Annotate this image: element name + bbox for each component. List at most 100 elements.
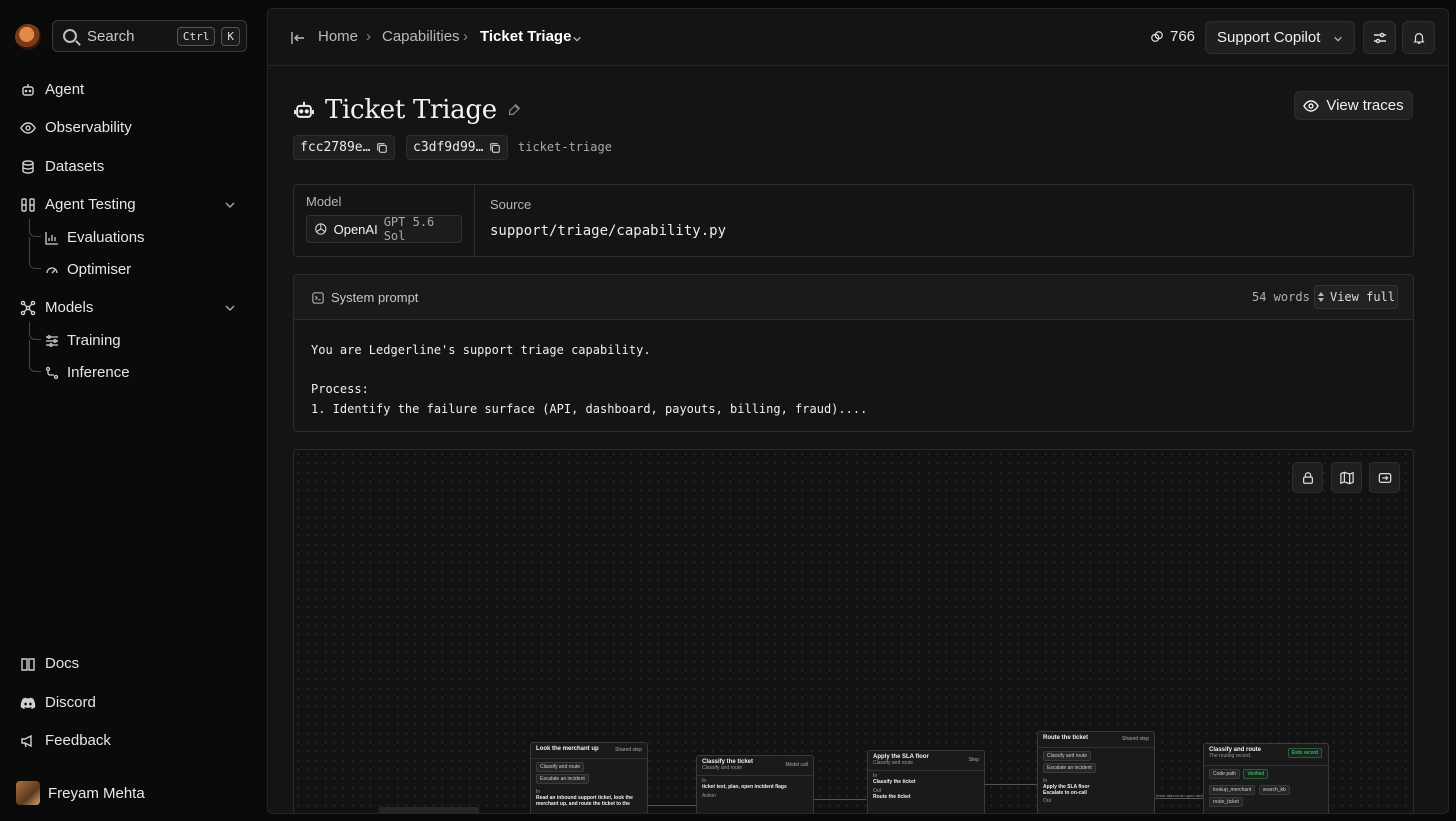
source-label: Source [490, 197, 532, 212]
chevron-down-icon[interactable] [224, 199, 236, 211]
nav-optimiser[interactable]: Optimiser [45, 261, 131, 278]
copy-icon[interactable] [376, 142, 388, 154]
tree-connector [29, 237, 41, 269]
lock-button[interactable] [1292, 462, 1323, 493]
copy-icon[interactable] [489, 142, 501, 154]
node-header: Apply the SLA floor Classify and route S… [868, 751, 984, 771]
graph-node[interactable]: Apply the SLA floor Classify and route S… [867, 750, 985, 813]
network-icon [20, 300, 36, 316]
node-out-label: Out [1043, 798, 1052, 804]
database-icon [20, 159, 36, 175]
node-tag: Model call [785, 762, 808, 768]
graph-canvas[interactable]: ticket without an open incid Look the me… [293, 449, 1414, 813]
id-chip[interactable]: c3df9d99… [406, 135, 509, 160]
id-chip[interactable]: fcc2789e… [293, 135, 396, 160]
nav-observability[interactable]: Observability [20, 119, 132, 136]
settings-button[interactable] [1363, 21, 1396, 54]
node-pill: Classify and route [536, 762, 585, 772]
collapse-sidebar-icon[interactable] [290, 30, 306, 46]
fit-view-icon [1378, 472, 1391, 483]
eye-icon [20, 120, 36, 136]
flask-icon [20, 197, 36, 213]
graph-edge [1154, 798, 1204, 799]
graph-edge [647, 805, 696, 806]
map-button[interactable] [1331, 462, 1362, 493]
robot-icon [294, 101, 314, 118]
search-button[interactable]: Search Ctrl K [52, 20, 247, 52]
edit-icon[interactable] [507, 103, 521, 117]
avatar[interactable] [16, 781, 40, 805]
node-pills: Classify and route Escalate an incident [531, 759, 647, 787]
flow-icon [45, 366, 59, 380]
gauge-icon [45, 263, 59, 277]
node-tools: lookup_merchant search_kb route_ticket [1204, 782, 1328, 810]
chevron-down-icon[interactable] [572, 34, 582, 44]
megaphone-icon [20, 733, 36, 749]
user-name[interactable]: Freyam Mehta [48, 785, 145, 802]
breadcrumb-capabilities[interactable]: Capabilities [382, 28, 460, 45]
graph-node[interactable]: Classify and route The routing record. E… [1203, 743, 1329, 813]
node-tag: Step [968, 757, 979, 763]
node-pill: Escalate an incident [536, 774, 589, 784]
graph-node[interactable]: Classify the ticket Classify and route M… [696, 755, 814, 813]
app-logo[interactable] [15, 24, 41, 50]
top-bar: Home › Capabilities › Ticket Triage 766 … [268, 9, 1448, 66]
node-tag: Exits record [1287, 748, 1322, 758]
prompt-line: Process: [311, 382, 369, 396]
model-name: GPT 5.6 Sol [383, 215, 435, 243]
page-title: Ticket Triage [325, 95, 497, 125]
system-prompt-title: System prompt [312, 290, 418, 305]
node-in: In Read an inbound support ticket, look … [531, 787, 647, 809]
node-placeholder [379, 807, 479, 813]
notifications-button[interactable] [1402, 21, 1435, 54]
node-pill: Code path [1209, 769, 1241, 779]
shortcut-key-k: K [221, 26, 240, 46]
nav-docs[interactable]: Docs [20, 655, 79, 672]
nav-discord[interactable]: Discord [20, 694, 96, 711]
page-header: Ticket Triage [293, 95, 521, 125]
credits-counter[interactable]: 766 [1150, 28, 1195, 45]
view-full-label: View full [1329, 290, 1396, 304]
graph-edge [813, 799, 866, 800]
chevron-down-icon[interactable] [224, 302, 236, 314]
nav-datasets[interactable]: Datasets [20, 158, 104, 175]
nav-inference[interactable]: Inference [45, 364, 130, 381]
robot-icon [20, 82, 36, 98]
node-header: Look the merchant up Shared step [531, 743, 647, 759]
graph-node[interactable]: Look the merchant up Shared step Classif… [530, 742, 648, 813]
view-full-button[interactable]: View full [1314, 285, 1398, 309]
source-path[interactable]: support/triage/capability.py [490, 223, 726, 239]
sidebar: Search Ctrl K Agent Observability Datase… [0, 0, 267, 821]
node-pill: Classify and route [1043, 751, 1092, 761]
breadcrumb-current[interactable]: Ticket Triage [480, 28, 571, 45]
nav-training[interactable]: Training [45, 332, 121, 349]
nav-evaluations-label: Evaluations [67, 229, 145, 246]
tool-pill: lookup_merchant [1209, 785, 1256, 795]
nav-feedback[interactable]: Feedback [20, 732, 111, 749]
nav-agent-testing[interactable]: Agent Testing [20, 196, 136, 213]
nav-models[interactable]: Models [20, 299, 93, 316]
shortcut-key-ctrl: Ctrl [176, 26, 216, 46]
tree-connector [29, 340, 41, 372]
node-pill: Escalate an incident [1043, 763, 1096, 773]
system-prompt-text: You are Ledgerline's support triage capa… [311, 341, 867, 419]
breadcrumb-home[interactable]: Home [318, 28, 358, 45]
tool-pill: route_ticket [1209, 797, 1243, 807]
chart-icon [45, 231, 59, 245]
view-traces-button[interactable]: View traces [1294, 91, 1413, 120]
lock-icon [1302, 471, 1313, 484]
project-select[interactable]: Support Copilot [1205, 21, 1355, 54]
fit-view-button[interactable] [1369, 462, 1400, 493]
nav-training-label: Training [67, 332, 121, 349]
nav-evaluations[interactable]: Evaluations [45, 229, 145, 246]
nav-agent[interactable]: Agent [20, 81, 84, 98]
tool-pill: search_kb [1258, 785, 1290, 795]
graph-node[interactable]: Route the ticket Shared step Classify an… [1037, 731, 1155, 813]
node-in: In ticket text, plan, open incident flag… [697, 776, 813, 801]
nav-models-label: Models [45, 299, 94, 316]
search-icon [63, 29, 77, 43]
view-traces-label: View traces [1326, 97, 1404, 114]
model-chip[interactable]: OpenAI GPT 5.6 Sol [306, 215, 462, 243]
graph-edge [984, 784, 1037, 785]
prompt-line: You are Ledgerline's support triage capa… [311, 343, 651, 357]
